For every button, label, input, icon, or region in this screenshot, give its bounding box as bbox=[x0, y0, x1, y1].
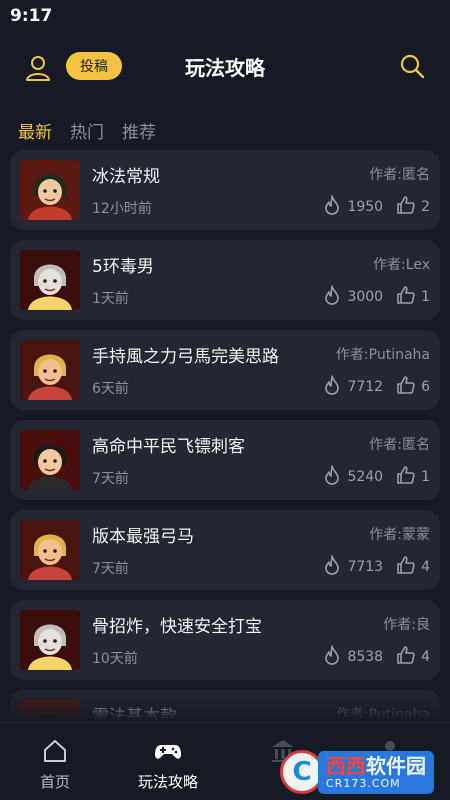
guide-title: 冰法常规 bbox=[92, 167, 160, 187]
like-count: 6 bbox=[421, 379, 430, 395]
guide-title: 手持風之力弓馬完美思路 bbox=[92, 347, 279, 367]
like-count: 2 bbox=[421, 199, 430, 215]
hot-count: 5240 bbox=[347, 469, 384, 485]
guide-card[interactable]: 版本最强弓马 作者:蒙蒙 7天前 7713 4 bbox=[10, 510, 440, 590]
guide-stats: 5240 1 bbox=[321, 464, 430, 490]
thumbs-up-icon bbox=[395, 464, 421, 490]
hot-count: 7713 bbox=[347, 559, 384, 575]
guide-stats: 3000 1 bbox=[321, 284, 430, 310]
thumbs-up-icon bbox=[395, 284, 421, 310]
hot-stat: 7712 bbox=[321, 374, 383, 400]
guide-author: 作者:匿名 bbox=[369, 167, 430, 183]
guide-stats: 7713 4 bbox=[321, 554, 430, 580]
hot-stat: 1950 bbox=[321, 194, 383, 220]
guide-title: 5环毒男 bbox=[92, 257, 154, 277]
guide-card[interactable]: 高命中平民飞镖刺客 作者:匿名 7天前 5240 1 bbox=[10, 420, 440, 500]
tab-hot[interactable]: 热门 bbox=[70, 118, 104, 147]
like-count: 1 bbox=[421, 289, 430, 305]
guide-time: 1天前 bbox=[92, 291, 129, 307]
guide-author: 作者:匿名 bbox=[369, 437, 430, 453]
guide-author: 作者:Lex bbox=[373, 257, 430, 273]
hot-count: 8538 bbox=[347, 649, 384, 665]
guide-card[interactable]: 5环毒男 作者:Lex 1天前 3000 1 bbox=[10, 240, 440, 320]
nav-home-label: 首页 bbox=[39, 773, 70, 791]
fire-icon bbox=[321, 644, 347, 670]
like-count: 4 bbox=[421, 649, 430, 665]
guide-card[interactable]: 手持風之力弓馬完美思路 作者:Putinaha 6天前 7712 6 bbox=[10, 330, 440, 410]
hot-stat: 3000 bbox=[321, 284, 383, 310]
hot-stat: 8538 bbox=[321, 644, 383, 670]
hot-stat: 5240 bbox=[321, 464, 383, 490]
author-avatar bbox=[20, 250, 80, 310]
gamepad-icon bbox=[155, 745, 181, 759]
page-title: 玩法攻略 bbox=[185, 56, 265, 80]
guide-time: 7天前 bbox=[92, 561, 129, 577]
watermark-brand-b: 软件园 bbox=[366, 753, 426, 778]
guide-list: 冰法常规 作者:匿名 12小时前 1950 2 5环毒男 作者:Lex 1天前 bbox=[10, 150, 440, 720]
category-tabs: 最新 热门 推荐 bbox=[18, 118, 156, 147]
nav-home[interactable]: 首页 bbox=[10, 737, 100, 792]
fire-icon bbox=[321, 554, 347, 580]
guide-time: 12小时前 bbox=[92, 201, 152, 217]
guide-author: 作者:良 bbox=[383, 617, 430, 633]
tab-recommended[interactable]: 推荐 bbox=[122, 118, 156, 147]
nav-guides-label: 玩法攻略 bbox=[137, 773, 198, 791]
like-stat[interactable]: 4 bbox=[395, 554, 430, 580]
guide-author: 作者:蒙蒙 bbox=[369, 527, 430, 543]
header: 投稿 玩法攻略 bbox=[0, 44, 450, 88]
author-avatar bbox=[20, 340, 80, 400]
author-avatar bbox=[20, 520, 80, 580]
status-time: 9:17 bbox=[10, 6, 53, 26]
guide-stats: 8538 4 bbox=[321, 644, 430, 670]
hot-count: 7712 bbox=[347, 379, 384, 395]
guide-title: 版本最强弓马 bbox=[92, 527, 194, 547]
search-icon[interactable] bbox=[398, 52, 426, 80]
tab-latest[interactable]: 最新 bbox=[18, 118, 52, 147]
status-bar: 9:17 bbox=[0, 0, 450, 32]
guide-card[interactable]: 骨招炸，快速安全打宝 作者:良 10天前 8538 4 bbox=[10, 600, 440, 680]
guide-stats: 1950 2 bbox=[321, 194, 430, 220]
nav-guides[interactable]: 玩法攻略 bbox=[123, 737, 213, 792]
guide-title: 骨招炸，快速安全打宝 bbox=[92, 617, 262, 637]
like-stat[interactable]: 1 bbox=[395, 464, 430, 490]
like-stat[interactable]: 6 bbox=[395, 374, 430, 400]
guide-author: 作者:Putinaha bbox=[335, 347, 430, 363]
fire-icon bbox=[321, 284, 347, 310]
thumbs-up-icon bbox=[395, 554, 421, 580]
watermark-brand-a: 西西 bbox=[326, 753, 366, 778]
hot-count: 3000 bbox=[347, 289, 384, 305]
thumbs-up-icon bbox=[395, 194, 421, 220]
guide-time: 6天前 bbox=[92, 381, 129, 397]
guide-stats: 7712 6 bbox=[321, 374, 430, 400]
thumbs-up-icon bbox=[395, 374, 421, 400]
fire-icon bbox=[321, 464, 347, 490]
home-icon bbox=[44, 740, 66, 762]
like-stat[interactable]: 4 bbox=[395, 644, 430, 670]
watermark-site: CR173.COM bbox=[326, 776, 401, 790]
like-count: 4 bbox=[421, 559, 430, 575]
like-stat[interactable]: 1 bbox=[395, 284, 430, 310]
hot-stat: 7713 bbox=[321, 554, 383, 580]
watermark-text: 西西软件园 CR173.COM bbox=[318, 750, 434, 794]
bottom-nav: 首页 玩法攻略 我的 C 西西软件园 CR173.CO bbox=[0, 722, 450, 800]
guide-card[interactable]: 冰法常规 作者:匿名 12小时前 1950 2 bbox=[10, 150, 440, 230]
guide-time: 10天前 bbox=[92, 651, 138, 667]
author-avatar bbox=[20, 610, 80, 670]
guide-title: 高命中平民飞镖刺客 bbox=[92, 437, 245, 457]
author-avatar bbox=[20, 160, 80, 220]
like-stat[interactable]: 2 bbox=[395, 194, 430, 220]
guide-time: 7天前 bbox=[92, 471, 129, 487]
author-avatar bbox=[20, 430, 80, 490]
like-count: 1 bbox=[421, 469, 430, 485]
fire-icon bbox=[321, 374, 347, 400]
thumbs-up-icon bbox=[395, 644, 421, 670]
watermark: C 西西软件园 CR173.COM bbox=[280, 750, 434, 794]
hot-count: 1950 bbox=[347, 199, 384, 215]
list-fade bbox=[0, 690, 450, 720]
fire-icon bbox=[321, 194, 347, 220]
